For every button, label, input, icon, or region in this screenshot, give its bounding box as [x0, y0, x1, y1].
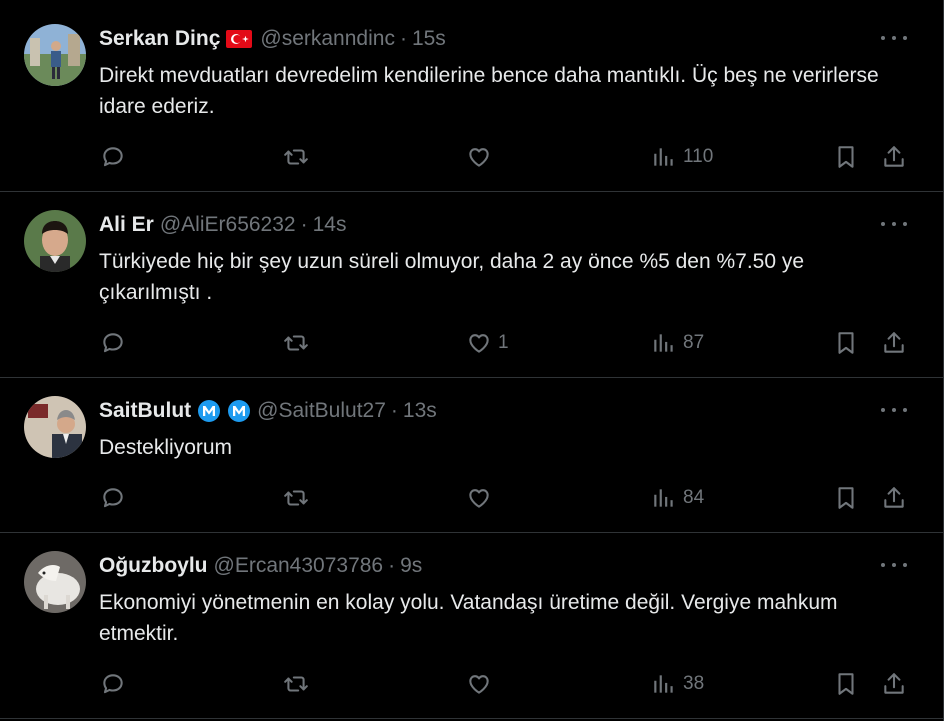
like-button[interactable] [466, 669, 492, 699]
tweet[interactable]: Serkan Dinç @serkanndinc · 15s Direkt me… [0, 6, 943, 192]
heart-icon [469, 148, 489, 167]
tweet-text: Direkt mevduatları devredelim kendilerin… [99, 64, 879, 118]
tweet[interactable]: Ali Er @AliEr656232 · 14s Türkiyede hiç … [0, 192, 943, 378]
retweet-button[interactable] [283, 669, 309, 699]
more-options-icon[interactable] [881, 555, 907, 575]
like-button[interactable]: 1 [466, 328, 509, 358]
turkey-flag-icon [226, 30, 253, 48]
retweet-button[interactable] [283, 483, 309, 513]
retweet-button[interactable] [283, 142, 309, 172]
share-button[interactable] [881, 669, 907, 699]
reply-button[interactable] [100, 142, 126, 172]
retweet-icon [284, 335, 308, 351]
like-button[interactable] [466, 142, 492, 172]
view-count: 87 [683, 332, 705, 353]
m-badge-icon [198, 400, 221, 422]
share-icon [884, 146, 904, 167]
retweet-icon [284, 149, 308, 165]
reply-icon [103, 147, 123, 167]
timestamp[interactable]: 14s [313, 213, 347, 237]
display-name[interactable]: Oğuzboylu [99, 554, 208, 578]
heart-icon [469, 334, 489, 353]
like-count: 1 [498, 332, 509, 353]
bookmark-button[interactable] [833, 328, 859, 358]
timestamp[interactable]: 9s [400, 554, 422, 578]
reply-button[interactable] [100, 669, 126, 699]
view-count: 38 [683, 673, 705, 694]
share-button[interactable] [881, 142, 907, 172]
retweet-icon [284, 490, 308, 506]
username[interactable]: @AliEr656232 [160, 213, 296, 237]
tweet-header: Oğuzboylu @Ercan43073786 · 9s [99, 553, 422, 579]
tweet-header: SaitBulut @SaitBulut27 · 13s [99, 398, 437, 424]
views-button[interactable]: 84 [651, 483, 704, 513]
bookmark-icon [838, 673, 854, 695]
display-name[interactable]: Ali Er [99, 213, 154, 237]
reply-icon [103, 333, 123, 353]
action-bar: 38 [0, 669, 943, 699]
username[interactable]: @Ercan43073786 [214, 554, 384, 578]
m-badge-icon [228, 400, 251, 422]
bookmark-button[interactable] [833, 669, 859, 699]
separator-dot: · [300, 213, 308, 236]
share-icon [884, 332, 904, 353]
retweet-icon [284, 676, 308, 692]
views-button[interactable]: 87 [651, 328, 704, 358]
share-button[interactable] [881, 483, 907, 513]
tweet-header: Ali Er @AliEr656232 · 14s [99, 212, 346, 238]
reply-icon [103, 488, 123, 508]
action-bar: 1 87 [0, 328, 943, 358]
username[interactable]: @serkanndinc [260, 27, 395, 51]
username[interactable]: @SaitBulut27 [257, 399, 386, 423]
views-icon [654, 675, 673, 693]
timestamp[interactable]: 13s [403, 399, 437, 423]
timestamp[interactable]: 15s [412, 27, 446, 51]
share-icon [884, 487, 904, 508]
reply-button[interactable] [100, 483, 126, 513]
views-button[interactable]: 110 [651, 142, 713, 172]
reply-icon [103, 674, 123, 694]
bookmark-button[interactable] [833, 142, 859, 172]
more-options-icon[interactable] [881, 28, 907, 48]
retweet-button[interactable] [283, 328, 309, 358]
action-bar: 84 [0, 483, 943, 513]
tweet-header: Serkan Dinç @serkanndinc · 15s [99, 26, 446, 52]
separator-dot: · [388, 554, 396, 577]
avatar[interactable] [24, 396, 86, 458]
tweet-text: Destekliyorum [99, 436, 233, 459]
display-name[interactable]: SaitBulut [99, 399, 191, 423]
bookmark-icon [838, 332, 854, 354]
views-icon [654, 489, 673, 507]
separator-dot: · [390, 399, 398, 422]
avatar[interactable] [24, 551, 86, 613]
view-count: 84 [683, 487, 705, 508]
view-count: 110 [683, 146, 714, 167]
more-options-icon[interactable] [881, 400, 907, 420]
tweet[interactable]: SaitBulut @SaitBulut27 · 13s Destekliyor… [0, 378, 943, 533]
tweet-text: Türkiyede hiç bir şey uzun süreli olmuyo… [99, 250, 805, 304]
action-bar: 110 [0, 142, 943, 172]
share-button[interactable] [881, 328, 907, 358]
separator-dot: · [399, 27, 407, 50]
tweet[interactable]: Oğuzboylu @Ercan43073786 · 9s Ekonomiyi … [0, 533, 943, 719]
heart-icon [469, 675, 489, 694]
share-icon [884, 673, 904, 694]
bookmark-icon [838, 487, 854, 509]
avatar[interactable] [24, 24, 86, 86]
like-button[interactable] [466, 483, 492, 513]
reply-feed: Serkan Dinç @serkanndinc · 15s Direkt me… [0, 0, 944, 721]
reply-button[interactable] [100, 328, 126, 358]
views-button[interactable]: 38 [651, 669, 704, 699]
more-options-icon[interactable] [881, 214, 907, 234]
bookmark-icon [838, 146, 854, 168]
display-name[interactable]: Serkan Dinç [99, 27, 220, 51]
views-icon [654, 334, 673, 352]
avatar[interactable] [24, 210, 86, 272]
bookmark-button[interactable] [833, 483, 859, 513]
views-icon [654, 148, 673, 166]
tweet-text: Ekonomiyi yönetmenin en kolay yolu. Vata… [99, 591, 838, 645]
heart-icon [469, 489, 489, 508]
